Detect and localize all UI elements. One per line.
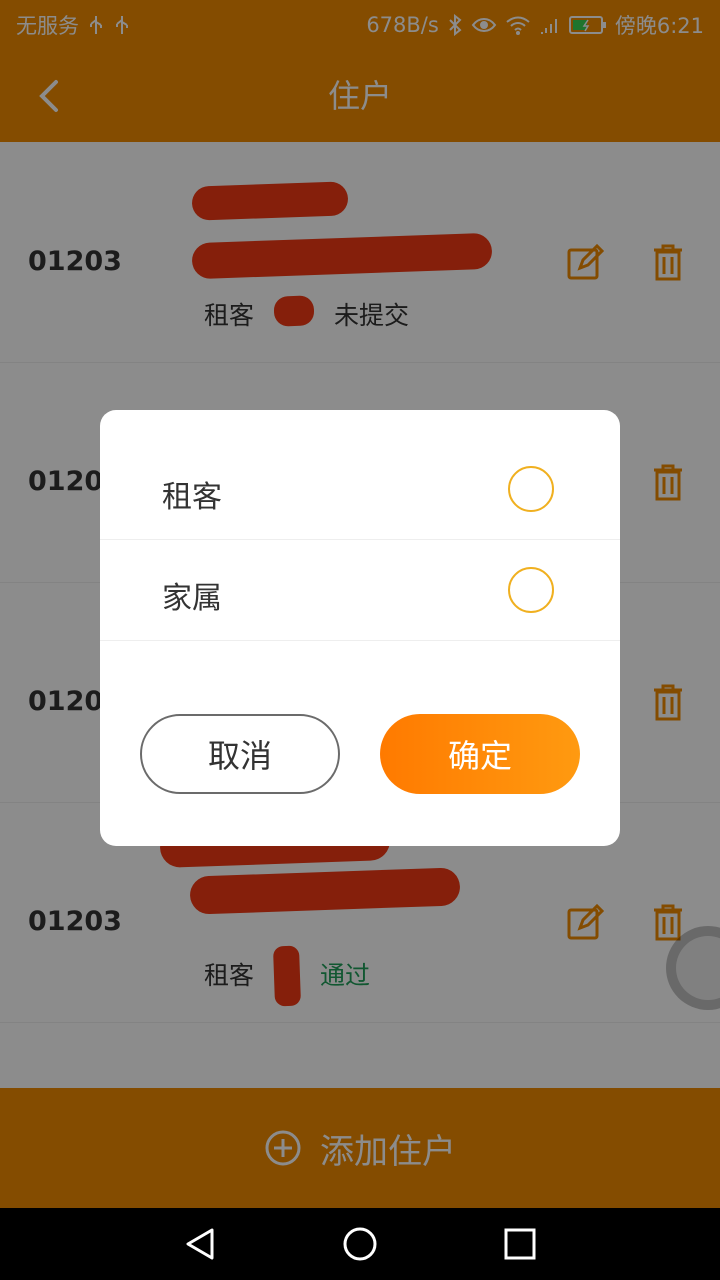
option-tenant[interactable]: 租客 [100, 440, 620, 540]
circle-home-icon[interactable] [342, 1226, 378, 1262]
option-family[interactable]: 家属 [100, 541, 620, 641]
radio-button[interactable] [508, 466, 554, 512]
cancel-button[interactable]: 取消 [140, 714, 340, 794]
confirm-button[interactable]: 确定 [380, 714, 580, 794]
square-recent-icon[interactable] [502, 1226, 538, 1262]
option-label: 租客 [162, 480, 222, 515]
role-select-dialog: 租客 家属 取消 确定 [100, 410, 620, 846]
radio-button[interactable] [508, 567, 554, 613]
option-label: 家属 [162, 581, 222, 616]
system-nav-bar [0, 1208, 720, 1280]
triangle-back-icon[interactable] [182, 1226, 218, 1262]
